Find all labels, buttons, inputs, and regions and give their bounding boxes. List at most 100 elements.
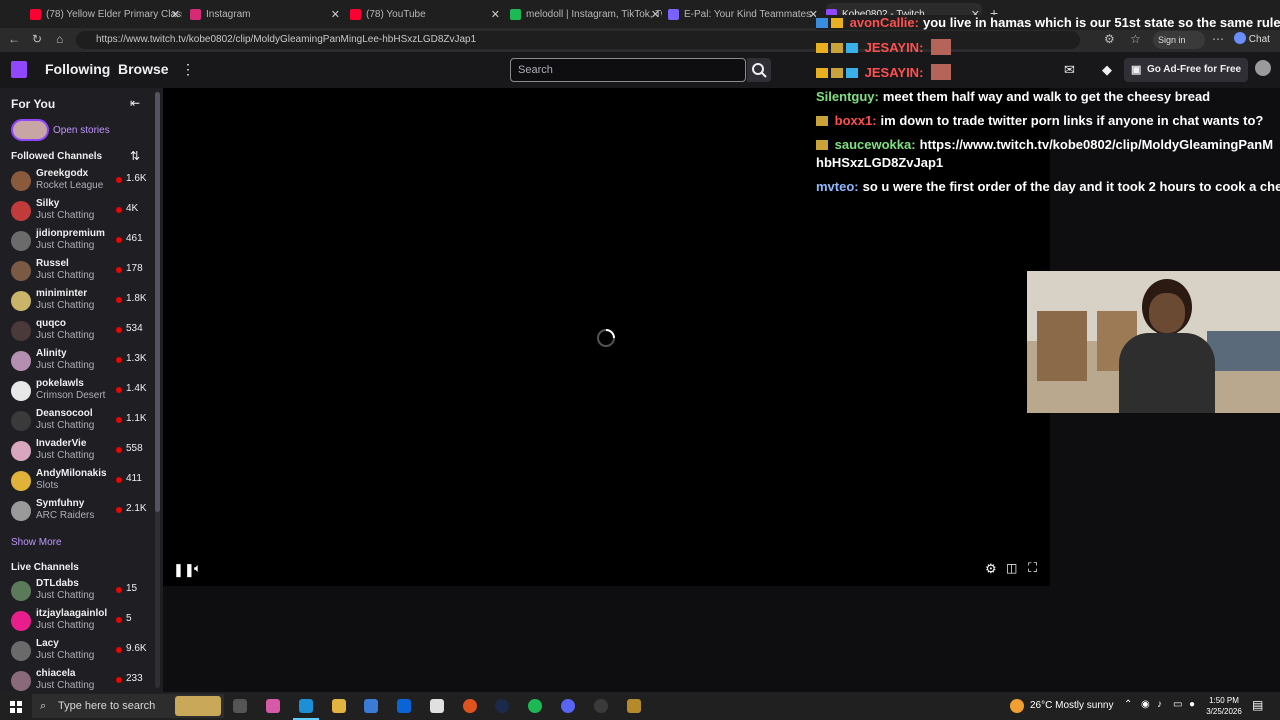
- chat-username[interactable]: saucewokka:: [835, 137, 916, 152]
- ad-free-button[interactable]: ▣ Go Ad-Free for Free: [1124, 58, 1248, 82]
- volume-tray-icon[interactable]: ♪: [1157, 699, 1162, 710]
- browser-tab[interactable]: Instagram ✕: [190, 3, 342, 25]
- sidebar-channel-item[interactable]: AndyMilonakis Slots 411: [0, 466, 158, 496]
- close-icon[interactable]: ✕: [651, 8, 660, 21]
- windows-start-icon[interactable]: [10, 700, 22, 713]
- more-icon[interactable]: ⋮: [181, 61, 195, 78]
- sidebar-channel-item[interactable]: InvaderVie Just Chatting 558: [0, 436, 158, 466]
- live-dot-icon: [116, 297, 122, 303]
- sidebar-channel-item[interactable]: miniminter Just Chatting 1.8K: [0, 286, 158, 316]
- sidebar-channel-item[interactable]: Russel Just Chatting 178: [0, 256, 158, 286]
- mic-icon[interactable]: ●: [1189, 699, 1195, 710]
- fullscreen-icon[interactable]: ⛶: [1028, 560, 1037, 576]
- sidebar-channel-item[interactable]: Deansocool Just Chatting 1.1K: [0, 406, 158, 436]
- chat-username[interactable]: mvteo:: [816, 179, 859, 194]
- channel-avatar: [11, 351, 31, 371]
- open-stories-link[interactable]: Open stories: [53, 125, 110, 136]
- edge-icon[interactable]: [299, 699, 313, 713]
- sidebar-channel-item[interactable]: jidionpremium Just Chatting 461: [0, 226, 158, 256]
- weather-text[interactable]: 26°C Mostly sunny: [1030, 700, 1113, 711]
- collapse-sidebar-icon[interactable]: ⇤: [130, 96, 140, 110]
- store-icon[interactable]: [364, 699, 378, 713]
- sidebar-channel-item[interactable]: quqco Just Chatting 534: [0, 316, 158, 346]
- copilot-icon[interactable]: [266, 699, 280, 713]
- brave-icon[interactable]: [463, 699, 477, 713]
- browser-tab[interactable]: melodoll | Instagram, TikTok, Twit ✕: [510, 3, 662, 25]
- sidebar-channel-item[interactable]: Symfuhny ARC Raiders 2.1K: [0, 496, 158, 526]
- chat-username[interactable]: Silentguy:: [816, 89, 879, 104]
- sidebar-channel-item[interactable]: itzjaylaagainlol Just Chatting 5: [0, 606, 158, 636]
- emote-icon: [931, 64, 952, 80]
- browser-tab[interactable]: (78) Yellow Elder Primary Class of ✕: [30, 3, 182, 25]
- channel-game: Just Chatting: [36, 620, 95, 631]
- game-icon[interactable]: [627, 699, 641, 713]
- chat-username[interactable]: boxx1:: [835, 113, 877, 128]
- channel-name: Silky: [36, 198, 60, 209]
- notification-icon[interactable]: ▤: [1252, 698, 1263, 712]
- clock-time: 1:50 PM: [1209, 696, 1239, 705]
- tray-icon[interactable]: ◉: [1141, 699, 1150, 710]
- steam-icon[interactable]: [594, 699, 608, 713]
- notepad-icon[interactable]: [430, 699, 444, 713]
- live-dot-icon: [116, 477, 122, 483]
- viewer-count: 4K: [126, 203, 139, 214]
- app-icon[interactable]: [495, 699, 509, 713]
- following-link[interactable]: Following: [45, 61, 110, 77]
- pause-icon[interactable]: ❚❚: [173, 562, 195, 578]
- sidebar-channel-item[interactable]: Silky Just Chatting 4K: [0, 196, 158, 226]
- discord-icon[interactable]: [561, 699, 575, 713]
- search-button[interactable]: [747, 58, 771, 82]
- network-icon[interactable]: ▭: [1173, 699, 1182, 710]
- chat-username[interactable]: JESAYIN:: [865, 65, 924, 80]
- stories-avatars[interactable]: [11, 119, 49, 141]
- tray-chevron-icon[interactable]: ⌃: [1124, 699, 1132, 710]
- chat-username[interactable]: JESAYIN:: [865, 40, 924, 55]
- sidebar-channel-item[interactable]: Greekgodx Rocket League 1.6K: [0, 166, 158, 196]
- browser-tab[interactable]: E-Pal: Your Kind Teammates ✕: [668, 3, 820, 25]
- search-input[interactable]: Search: [510, 58, 746, 82]
- live-dot-icon: [116, 587, 122, 593]
- theatre-mode-icon[interactable]: ◫: [1006, 561, 1017, 575]
- browse-link[interactable]: Browse: [118, 61, 169, 77]
- spotify-icon[interactable]: [528, 699, 542, 713]
- clock[interactable]: 1:50 PM 3/25/2026: [1204, 695, 1244, 717]
- extensions-icon[interactable]: ⚙: [1104, 32, 1115, 46]
- browser-tab[interactable]: (78) YouTube ✕: [350, 3, 502, 25]
- menu-icon[interactable]: ⋯: [1212, 32, 1224, 46]
- bits-icon[interactable]: ◆: [1102, 62, 1112, 78]
- sidebar-channel-item[interactable]: Lacy Just Chatting 9.6K: [0, 636, 158, 666]
- close-icon[interactable]: ✕: [491, 8, 500, 21]
- scrollbar-thumb[interactable]: [155, 92, 160, 512]
- live-dot-icon: [116, 267, 122, 273]
- live-dot-icon: [116, 647, 122, 653]
- channel-name: AndyMilonakis: [36, 468, 107, 479]
- show-more-link[interactable]: Show More: [11, 537, 62, 548]
- favorites-icon[interactable]: ☆: [1130, 32, 1141, 46]
- twitch-logo-icon[interactable]: [11, 61, 27, 78]
- channel-game: Just Chatting: [36, 590, 95, 601]
- chat-username[interactable]: avonCallie:: [850, 15, 919, 30]
- copilot-chat-button[interactable]: Chat: [1234, 32, 1270, 45]
- home-icon[interactable]: ⌂: [56, 32, 63, 46]
- inbox-icon[interactable]: ✉: [1064, 62, 1075, 78]
- sort-icon[interactable]: ⇅: [130, 149, 140, 163]
- close-icon[interactable]: ✕: [171, 8, 180, 21]
- chat-link[interactable]: https://www.twitch.tv/kobe0802/clip/Mold…: [920, 137, 1273, 152]
- sidebar-channel-item[interactable]: chiacela Just Chatting 233: [0, 666, 158, 692]
- sidebar-channel-item[interactable]: DTLdabs Just Chatting 15: [0, 576, 158, 606]
- back-icon[interactable]: ←: [8, 32, 20, 46]
- chat-link[interactable]: hbHSxzLGD8ZvJap1: [816, 155, 943, 170]
- sidebar-channel-item[interactable]: Alinity Just Chatting 1.3K: [0, 346, 158, 376]
- refresh-icon[interactable]: ↻: [32, 32, 42, 46]
- volume-icon[interactable]: 🔈︎: [194, 561, 201, 576]
- mail-icon[interactable]: [397, 699, 411, 713]
- user-avatar[interactable]: [1255, 60, 1271, 76]
- task-view-icon[interactable]: [233, 699, 247, 713]
- sidebar-channel-item[interactable]: pokelawls Crimson Desert 1.4K: [0, 376, 158, 406]
- tab-title: (78) Yellow Elder Primary Class of: [46, 8, 182, 20]
- sidebar-scrollbar[interactable]: [155, 92, 160, 688]
- file-explorer-icon[interactable]: [332, 699, 346, 713]
- close-icon[interactable]: ✕: [331, 8, 340, 21]
- sign-in-button[interactable]: Sign in: [1153, 31, 1205, 49]
- settings-gear-icon[interactable]: ⚙: [985, 561, 997, 577]
